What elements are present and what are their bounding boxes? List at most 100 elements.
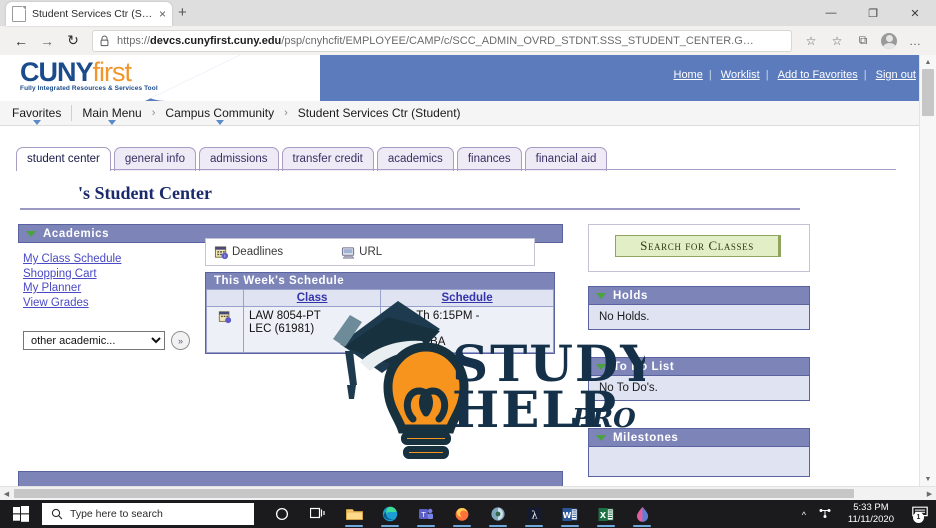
tab-finances[interactable]: finances — [456, 147, 522, 171]
vertical-scrollbar-thumb[interactable] — [922, 69, 934, 116]
scroll-right-icon[interactable]: ▶ — [923, 487, 936, 500]
schedule-col-class-link[interactable]: Class — [297, 292, 328, 304]
firefox-icon[interactable] — [444, 500, 480, 528]
page-vertical-scrollbar[interactable]: ▲ ▼ — [919, 55, 936, 500]
tab-academics[interactable]: academics — [376, 147, 454, 171]
add-to-favorites-icon[interactable]: ☆ — [824, 29, 850, 53]
header-link-home[interactable]: Home — [674, 69, 703, 81]
task-view-icon[interactable] — [300, 500, 336, 528]
favorite-star-icon[interactable]: ☆ — [798, 29, 824, 53]
page-viewport: CUNYfirst Fully Integrated Resources & S… — [0, 55, 936, 500]
breadcrumb-item-favorites[interactable]: Favorites — [4, 106, 69, 125]
tab-financial-aid[interactable]: financial aid — [524, 147, 608, 171]
breadcrumb-item-campus-community[interactable]: Campus Community — [157, 106, 282, 125]
show-hidden-icons-icon[interactable]: ^ — [802, 510, 806, 520]
minimize-button[interactable]: — — [810, 0, 852, 26]
search-for-classes-button[interactable]: Search for Classes — [615, 235, 781, 257]
scroll-up-icon[interactable]: ▲ — [920, 55, 936, 69]
collapse-caret-icon[interactable] — [26, 231, 36, 237]
student-center-content: student center general info admissions t… — [0, 126, 936, 499]
link-my-class-schedule[interactable]: My Class Schedule — [23, 252, 121, 267]
back-icon[interactable]: ← — [8, 29, 34, 53]
url-legend-label: URL — [359, 246, 383, 258]
clipped-row-above-tabs — [0, 126, 920, 136]
horizontal-scrollbar-thumb[interactable] — [14, 489, 854, 498]
address-bar[interactable]: https://devcs.cunyfirst.cuny.edu/psp/cny… — [92, 29, 792, 52]
start-button[interactable] — [0, 500, 42, 528]
header-sep-3: | — [863, 69, 867, 81]
header-link-sign-out[interactable]: Sign out — [876, 69, 916, 81]
browser-tab[interactable]: Student Services Ctr (Student) × — [6, 2, 172, 26]
deadlines-calendar-icon: i — [214, 245, 229, 259]
logo-tagline: Fully Integrated Resources & Services To… — [20, 85, 158, 92]
breadcrumb-item-student-services-ctr[interactable]: Student Services Ctr (Student) — [290, 106, 469, 120]
schedule-col-icon — [206, 289, 244, 307]
tab-admissions[interactable]: admissions — [199, 147, 279, 171]
academics-links: My Class Schedule Shopping Cart My Plann… — [23, 252, 121, 310]
page-title-rule — [20, 208, 800, 210]
to-do-list-panel-header[interactable]: To Do List — [588, 357, 810, 376]
collapse-caret-icon[interactable] — [596, 364, 606, 370]
table-row: LAW 8054-PT LEC (61981) TuWeTh 6:15PM - … — [206, 306, 554, 353]
milestones-panel-body — [588, 447, 810, 477]
forward-icon[interactable]: → — [34, 29, 60, 53]
tab-student-center[interactable]: student center — [16, 147, 111, 171]
collections-icon[interactable]: ⧉ — [850, 29, 876, 53]
scroll-down-icon[interactable]: ▼ — [920, 472, 936, 486]
row-deadlines-icon-cell[interactable] — [206, 306, 244, 353]
excel-icon[interactable]: X — [588, 500, 624, 528]
taskbar-search-input[interactable]: Type here to search — [42, 503, 254, 525]
scroll-left-icon[interactable]: ◀ — [0, 487, 13, 500]
breadcrumb-item-main-menu[interactable]: Main Menu — [74, 106, 149, 125]
reload-icon[interactable]: ↻ — [60, 29, 86, 53]
link-shopping-cart[interactable]: Shopping Cart — [23, 267, 121, 282]
link-my-planner[interactable]: My Planner — [23, 281, 121, 296]
taskbar-clock[interactable]: 5:33 PM 11/11/2020 — [848, 502, 894, 526]
row-class-cell: LAW 8054-PT LEC (61981) — [242, 306, 382, 353]
notification-center-icon[interactable]: 1 — [912, 506, 928, 525]
collapse-caret-icon[interactable] — [596, 293, 606, 299]
breadcrumb-separator: › — [151, 107, 156, 119]
new-tab-button[interactable]: + — [178, 5, 187, 20]
other-academic-select[interactable]: other academic... — [23, 331, 165, 350]
network-icon[interactable] — [818, 508, 832, 521]
header-link-worklist[interactable]: Worklist — [721, 69, 760, 81]
edge-icon[interactable] — [372, 500, 408, 528]
link-view-grades[interactable]: View Grades — [23, 296, 121, 311]
file-explorer-icon[interactable] — [336, 500, 372, 528]
app-icon[interactable] — [480, 500, 516, 528]
go-button[interactable]: » — [171, 331, 190, 350]
to-do-list-panel-text: No To Do's. — [599, 382, 658, 394]
url-host: devcs.cunyfirst.cuny.edu — [150, 34, 282, 47]
acrobat-icon[interactable]: λ — [516, 500, 552, 528]
profile-avatar[interactable] — [876, 29, 902, 53]
page-horizontal-scrollbar[interactable]: ◀ ▶ — [0, 486, 936, 500]
schedule-col-schedule-link[interactable]: Schedule — [442, 292, 493, 304]
holds-panel: Holds No Holds. — [588, 286, 810, 330]
word-icon[interactable]: W — [552, 500, 588, 528]
close-window-button[interactable]: ✕ — [894, 0, 936, 26]
schedule-col-schedule[interactable]: Schedule — [380, 289, 554, 307]
milestones-panel-header[interactable]: Milestones — [588, 428, 810, 447]
settings-more-icon[interactable]: … — [902, 29, 928, 53]
holds-panel-header[interactable]: Holds — [588, 286, 810, 305]
collapse-caret-icon[interactable] — [596, 435, 606, 441]
close-tab-icon[interactable]: × — [159, 8, 166, 20]
milestones-panel-title: Milestones — [613, 432, 679, 444]
header-link-add-to-favorites[interactable]: Add to Favorites — [778, 69, 858, 81]
cortana-icon[interactable] — [264, 500, 300, 528]
maximize-button[interactable]: ❐ — [852, 0, 894, 26]
svg-text:X: X — [600, 511, 607, 520]
academics-panel-title: Academics — [43, 228, 110, 240]
deadlines-legend-item[interactable]: i Deadlines — [214, 245, 283, 260]
tab-transfer-credit[interactable]: transfer credit — [281, 147, 374, 171]
app2-icon[interactable] — [624, 500, 660, 528]
teams-icon[interactable]: T — [408, 500, 444, 528]
cunyfirst-logo[interactable]: CUNYfirst Fully Integrated Resources & S… — [20, 59, 158, 93]
breadcrumb-caret-icon — [215, 120, 224, 125]
search-for-classes-box: Search for Classes — [588, 224, 810, 272]
tab-general-info[interactable]: general info — [113, 147, 196, 171]
schedule-col-class[interactable]: Class — [242, 289, 382, 307]
url-legend-item[interactable]: URL — [341, 245, 382, 260]
schedule-header-row: Class Schedule — [206, 289, 554, 307]
